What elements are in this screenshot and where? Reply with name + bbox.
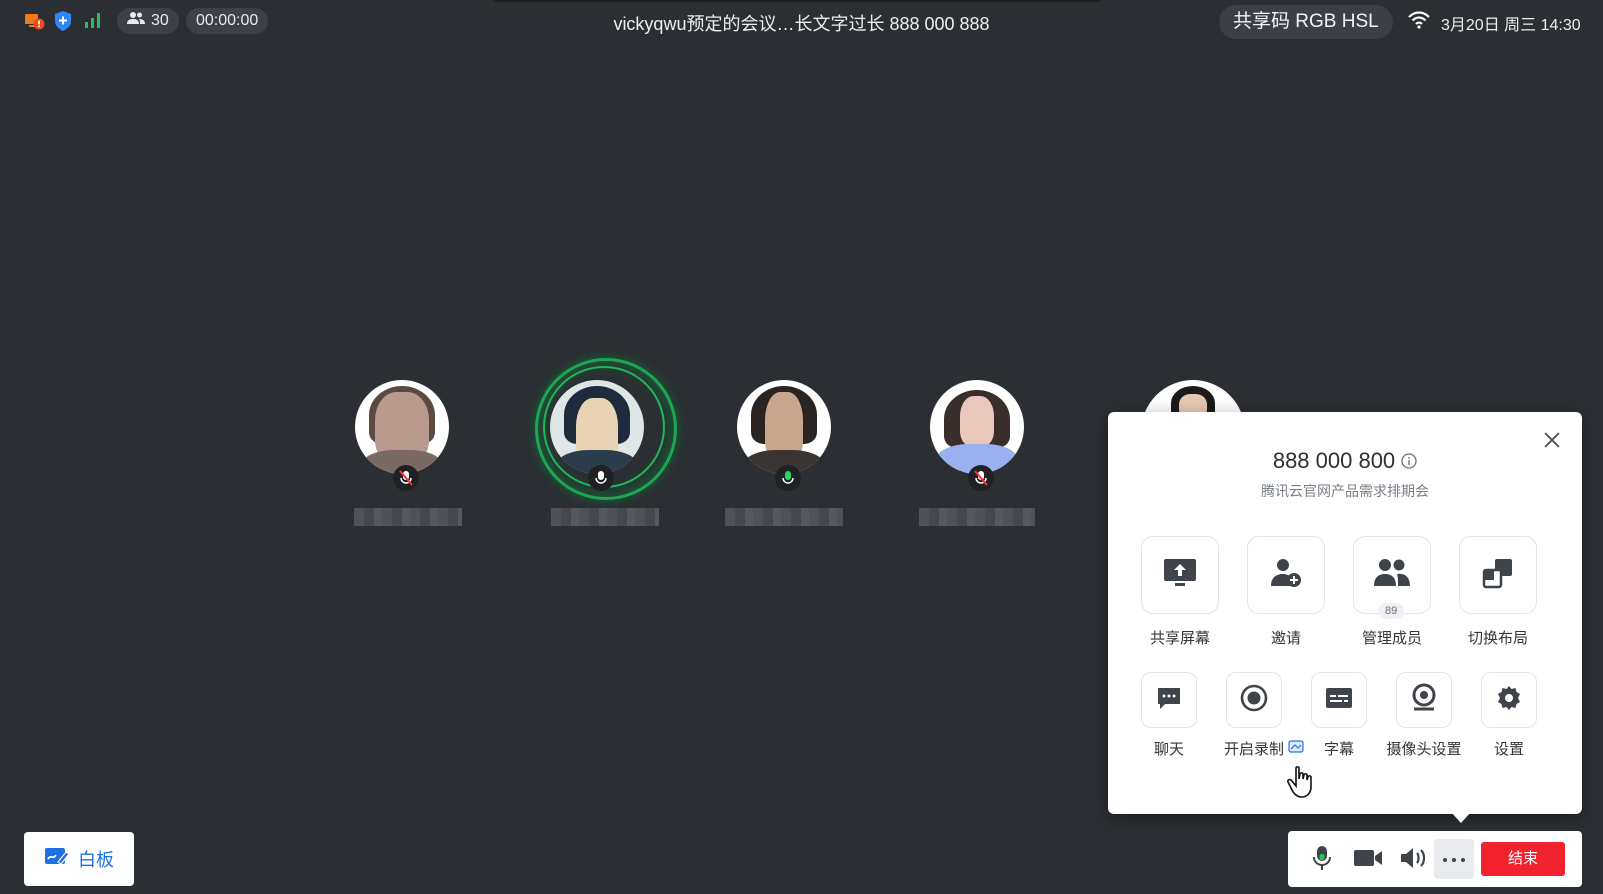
microphone-icon [1312,845,1332,876]
start-recording-label: 开启录制 [1223,741,1284,758]
manage-members-label: 管理成员 [1361,630,1422,647]
hand-cursor-icon [1287,765,1317,804]
whiteboard-label: 白板 [78,850,114,870]
mic-on-icon [588,465,614,491]
video-camera-icon [1353,848,1383,873]
members-icon [1373,557,1411,594]
meeting-controls: 结束 [1288,831,1582,887]
speaker-button[interactable] [1398,844,1430,876]
subtitle-label: 字幕 [1323,741,1354,758]
cloud-record-icon[interactable] [1288,740,1304,760]
mic-muted-icon [393,465,419,491]
layout-icon [1481,556,1515,595]
speaker-icon [1399,846,1429,875]
camera-button[interactable] [1352,844,1384,876]
gear-icon [1495,684,1523,717]
member-count-badge: 89 [1378,603,1405,619]
end-meeting-button[interactable]: 结束 [1481,842,1565,876]
avatar [930,380,1024,474]
chat-label: 聊天 [1153,741,1184,758]
chat-icon [1156,685,1182,716]
share-screen-icon [1162,556,1198,595]
camera-settings-icon [1410,683,1438,718]
settings-label: 设置 [1493,741,1524,758]
avatar [550,380,644,474]
meeting-name: 腾讯云官网产品需求排期会 [1261,483,1429,499]
panel-pointer [1451,812,1471,823]
meeting-id[interactable]: 888 000 800 [1108,448,1582,475]
avatar [355,380,449,474]
share-screen-label: 共享屏幕 [1149,630,1210,647]
date-time: 3月20日 周三 14:30 [1441,17,1581,34]
share-screen-button[interactable] [1141,536,1219,614]
invite-label: 邀请 [1270,630,1301,647]
meeting-id-text: 888 000 800 [1272,448,1396,473]
microphone-button[interactable] [1306,844,1338,876]
record-icon [1240,684,1268,717]
whiteboard-icon [44,846,70,873]
camera-settings-button[interactable] [1396,672,1452,728]
invite-button[interactable] [1247,536,1325,614]
participant-name-blurred [551,508,659,526]
more-menu-panel: 888 000 800 腾讯云官网产品需求排期会 共享屏幕 邀请 89 管理成员… [1108,412,1582,814]
mic-muted-icon [968,465,994,491]
more-dots-icon [1442,850,1466,868]
wifi-icon [1408,11,1430,34]
more-button[interactable] [1434,839,1474,879]
top-bar: 30 00:00:00 vickyqwu预定的会议…长文字过长 888 000 … [0,0,1603,42]
subtitle-button[interactable] [1311,672,1367,728]
subtitle-icon [1325,686,1353,715]
avatar [737,380,831,474]
info-icon[interactable] [1401,449,1417,475]
settings-button[interactable] [1481,672,1537,728]
invite-user-icon [1268,556,1304,595]
participant-name-blurred [919,508,1035,526]
participant-name-blurred [725,508,843,526]
close-icon[interactable] [1542,430,1562,450]
mic-active-icon [775,465,801,491]
switch-layout-label: 切换布局 [1467,630,1528,647]
share-code-pill[interactable]: 共享码 RGB HSL [1219,5,1393,39]
start-recording-button[interactable] [1226,672,1282,728]
camera-settings-label: 摄像头设置 [1386,741,1462,758]
top-drag-handle[interactable] [493,0,1100,2]
participant-name-blurred [354,508,462,526]
switch-layout-button[interactable] [1459,536,1537,614]
chat-button[interactable] [1141,672,1197,728]
whiteboard-button[interactable]: 白板 [24,832,134,886]
